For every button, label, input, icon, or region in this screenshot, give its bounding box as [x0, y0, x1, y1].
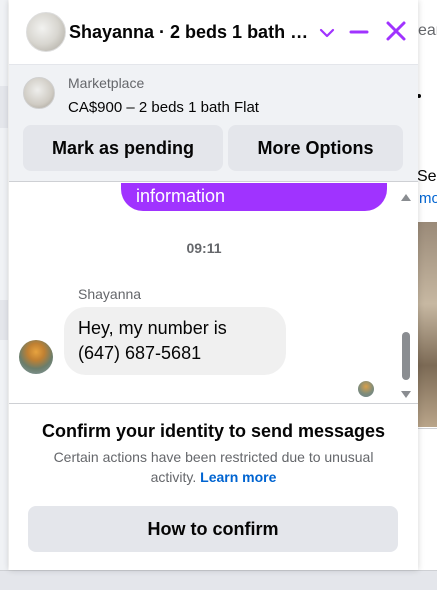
incoming-message-bubble: Hey, my number is (647) 687-5681 [64, 307, 286, 375]
outgoing-message-text: information [136, 186, 226, 206]
scroll-up-arrow-icon[interactable] [400, 189, 412, 207]
learn-more-link[interactable]: Learn more [200, 469, 276, 485]
chevron-down-icon[interactable] [317, 20, 337, 44]
background-photo [418, 222, 437, 427]
background-text-fragment: Se [417, 168, 437, 185]
more-options-button[interactable]: More Options [228, 125, 403, 171]
chat-window: Shayanna · 2 beds 1 bath F... Marketplac… [9, 0, 418, 570]
restriction-description: Certain actions have been restricted due… [39, 447, 388, 487]
sender-avatar[interactable] [19, 340, 53, 374]
background-text-fragment: ear [418, 22, 437, 39]
sender-name: Shayanna [78, 286, 142, 302]
restriction-title: Confirm your identity to send messages [41, 421, 386, 441]
scrollbar-thumb[interactable] [402, 332, 410, 380]
chat-header: Shayanna · 2 beds 1 bath F... [9, 0, 418, 64]
scroll-down-arrow-icon[interactable] [400, 387, 412, 403]
listing-thumbnail[interactable] [23, 77, 55, 109]
bottom-scrollbar-track[interactable] [0, 570, 437, 590]
incoming-message-line: (647) 687-5681 [78, 343, 202, 363]
minimize-icon[interactable] [347, 20, 371, 44]
incoming-message-line: Hey, my number is [78, 318, 227, 338]
chat-title[interactable]: Shayanna · 2 beds 1 bath F... [69, 22, 314, 43]
message-timestamp: 09:11 [186, 240, 222, 256]
mark-as-pending-button[interactable]: Mark as pending [23, 125, 223, 171]
read-receipt-avatar [358, 381, 374, 397]
contact-avatar[interactable] [26, 12, 66, 52]
background-divider [418, 428, 437, 429]
background-link-fragment[interactable]: mo [419, 190, 437, 207]
marketplace-listing-banner: Marketplace CA$900 – 2 beds 1 bath Flat … [9, 64, 418, 182]
close-icon[interactable] [383, 18, 409, 44]
message-thread: information 09:11 Shayanna Hey, my numbe… [9, 183, 418, 403]
background-left-item [0, 300, 8, 340]
message-scrollbar[interactable] [400, 183, 412, 403]
how-to-confirm-button[interactable]: How to confirm [28, 506, 398, 552]
listing-source: Marketplace [68, 75, 145, 91]
outgoing-message-bubble: information [121, 183, 387, 211]
listing-title[interactable]: CA$900 – 2 beds 1 bath Flat [68, 99, 259, 116]
restriction-notice: Confirm your identity to send messages C… [9, 403, 418, 570]
background-left-item [0, 86, 8, 128]
